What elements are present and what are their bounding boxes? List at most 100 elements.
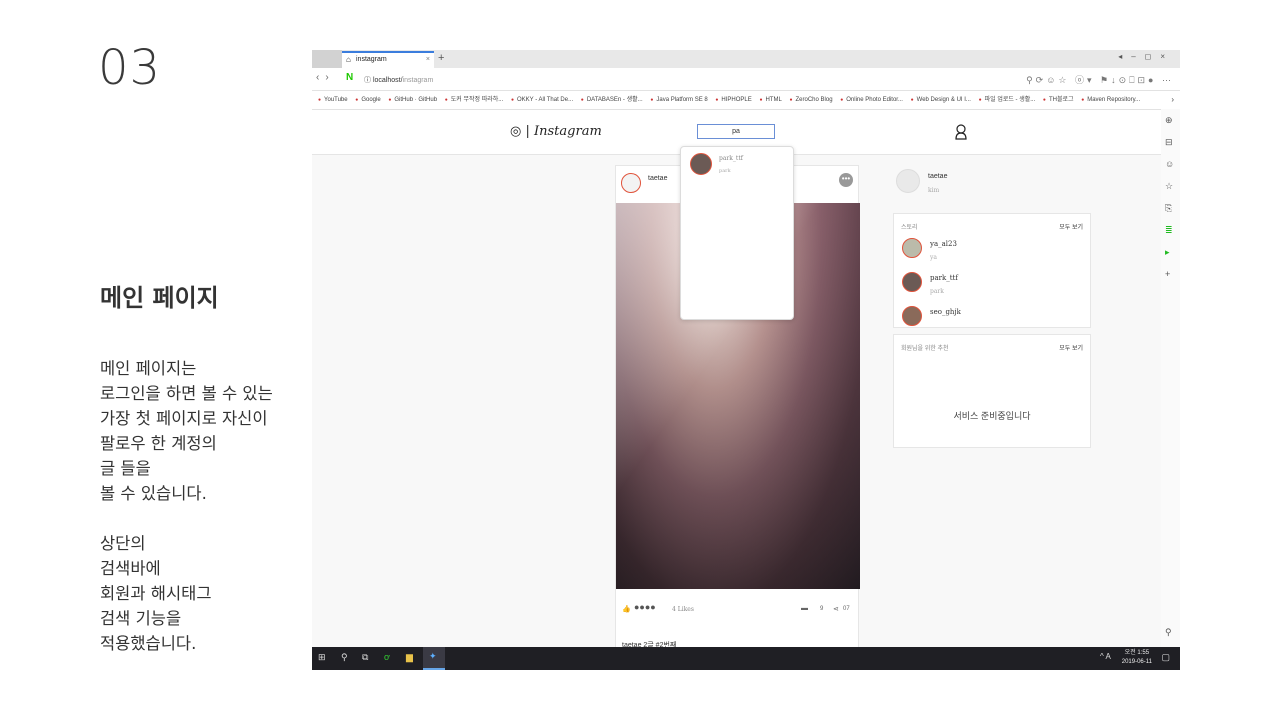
comment-icon[interactable]: ▬	[801, 605, 808, 612]
clock[interactable]: 오전 1:55 2019-06-11	[1122, 649, 1152, 667]
stories-title: 스토리	[901, 225, 918, 231]
story-item[interactable]: seo_ghjk	[902, 306, 1082, 326]
story-item[interactable]: ya_al23 ya	[902, 238, 1082, 268]
folder-icon[interactable]: ▆	[406, 652, 413, 663]
tray-icons[interactable]: ^ A	[1100, 652, 1111, 661]
star-icon[interactable]: ☆	[1165, 181, 1173, 192]
naver-whale-icon[interactable]: ơ	[384, 652, 390, 662]
nav-buttons[interactable]: ‹›	[316, 72, 335, 83]
instagram-page: ◎ | Instagram pa taetae ••• 👍 ●●●● 4 Lik…	[312, 110, 1161, 655]
naver-icon[interactable]: N	[346, 72, 353, 83]
story-name: seo_ghjk	[930, 308, 961, 316]
bird-icon: ✦	[429, 651, 437, 661]
story-avatar	[902, 272, 922, 292]
page-icon[interactable]: ⎘	[1165, 203, 1172, 214]
tab-bar: ⌂ instagram × + ◂–◻×	[312, 50, 1180, 68]
chevron-right-icon[interactable]: ›	[1171, 95, 1174, 104]
bookmarks-bar: YouTube Google GitHub · GitHub 도커 무작정 따라…	[312, 91, 1180, 110]
bookmark-item[interactable]: Web Design & UI I...	[911, 91, 971, 109]
address-bar: ‹› N ⓘ localhost/instagram ⚲⟳☺☆ ⓞ▾ ⚑↓⊙⎕⊡…	[312, 68, 1180, 91]
story-name: ya_al23	[930, 240, 957, 248]
like-icon[interactable]: 👍	[622, 605, 631, 613]
profile-avatar[interactable]	[896, 169, 920, 193]
bookmark-item[interactable]: Java Platform SE 8	[650, 91, 707, 109]
bookmark-item[interactable]: GitHub · GitHub	[388, 91, 437, 109]
ig-logo-text: Instagram	[534, 124, 602, 139]
recommend-message: 서비스 준비중입니다	[953, 411, 1031, 421]
ig-logo[interactable]: ◎ | Instagram	[510, 124, 602, 139]
story-avatar	[902, 306, 922, 326]
stories-more-link[interactable]: 모두 보기	[1059, 222, 1083, 231]
new-tab-button[interactable]: +	[438, 52, 444, 64]
profile-sub: kim	[928, 187, 940, 194]
share-icon[interactable]: ⋖	[833, 605, 839, 613]
bookmark-item[interactable]: HTML	[759, 91, 781, 109]
box-icon[interactable]: ⊟	[1165, 137, 1173, 148]
url-path: instagram	[402, 77, 434, 84]
search-input[interactable]: pa	[697, 124, 775, 139]
add-icon[interactable]: +	[1165, 269, 1170, 279]
slide-number: 03	[98, 40, 162, 96]
post-actions: 👍 ●●●● 4 Likes ▬ 9 ⋖ 07	[616, 596, 860, 624]
post-author[interactable]: taetae	[648, 175, 667, 182]
likes-count: 4 Likes	[672, 606, 694, 613]
recommend-panel: 회원님을 위한 추천 모두 보기 서비스 준비중입니다	[893, 334, 1091, 448]
profile-summary: taetae kim	[896, 169, 1096, 203]
search-icon[interactable]: ⚲	[341, 652, 348, 663]
windows-start-icon[interactable]: ⊞	[318, 652, 326, 663]
bookmark-item[interactable]: Maven Repository...	[1081, 91, 1140, 109]
notification-icon[interactable]: ▢	[1161, 652, 1170, 663]
slide-description: 메인 페이지는 로그인을 하면 볼 수 있는 가장 첫 페이지로 자신이 팔로우…	[100, 359, 273, 653]
liker-avatars: ●●●●	[634, 602, 656, 612]
bookmark-item[interactable]: Online Photo Editor...	[840, 91, 903, 109]
result-sub: park	[719, 168, 731, 174]
bookmark-item[interactable]: OKKY - All That De...	[511, 91, 573, 109]
user-icon[interactable]	[955, 124, 967, 143]
story-item[interactable]: park_ttf park	[902, 272, 1082, 302]
lang-indicator: A	[1105, 652, 1111, 661]
search-results-dropdown: park_ttf park	[680, 146, 794, 320]
comment-count: 9	[820, 606, 824, 612]
stories-panel: 스토리 모두 보기 ya_al23 ya park_ttf park seo_g…	[893, 213, 1091, 328]
windows-taskbar: ⊞ ⚲ ⧉ ơ ▆ ✦ ^ A 오전 1:55 2019-06-11 ▢	[312, 647, 1180, 670]
story-sub: ya	[930, 254, 937, 261]
window-controls[interactable]: ◂–◻×	[1118, 52, 1174, 61]
pin-icon[interactable]: ⚲	[1165, 627, 1172, 638]
browser-screenshot: ⌂ instagram × + ◂–◻× ‹› N ⓘ localhost/in…	[312, 50, 1180, 670]
bookmark-item[interactable]: ZeroCho Blog	[789, 91, 833, 109]
task-view-icon[interactable]: ⧉	[362, 652, 368, 663]
profile-name[interactable]: taetae	[928, 173, 947, 180]
bookmark-item[interactable]: TH블로그	[1043, 91, 1074, 109]
share-count: 07	[843, 606, 850, 612]
play-icon[interactable]: ▸	[1165, 247, 1170, 258]
clock-date: 2019-06-11	[1121, 659, 1152, 665]
post-avatar[interactable]	[621, 173, 641, 193]
home-icon: ⌂	[346, 55, 351, 64]
tab-ghost[interactable]	[312, 50, 342, 68]
user-icon-svg	[955, 124, 967, 140]
bookmark-item[interactable]: YouTube	[318, 91, 348, 109]
slide-title: 메인 페이지	[100, 284, 219, 312]
tab-instagram[interactable]: ⌂ instagram ×	[342, 51, 434, 68]
list-icon[interactable]: ≣	[1165, 225, 1173, 236]
browser-sidebar: ⊕ ⊟ ☺ ☆ ⎘ ≣ ▸ + ⚲	[1160, 109, 1180, 647]
shield-icon[interactable]: ☺	[1165, 159, 1174, 169]
url-field[interactable]: ⓘ localhost/instagram	[364, 75, 433, 85]
bookmark-item[interactable]: 도커 무작정 따라하...	[445, 91, 504, 109]
active-app[interactable]: ✦	[423, 647, 445, 670]
bookmark-item[interactable]: HIPHOPLE	[715, 91, 751, 109]
more-icon[interactable]: •••	[839, 173, 853, 187]
clock-time: 오전 1:55	[1124, 650, 1150, 656]
story-avatar	[902, 238, 922, 258]
result-name[interactable]: park_ttf	[719, 155, 743, 162]
recommend-more-link[interactable]: 모두 보기	[1059, 343, 1083, 352]
bookmark-item[interactable]: Google	[355, 91, 380, 109]
bookmark-item[interactable]: DATABASEn - 생활...	[581, 91, 643, 109]
close-tab-icon[interactable]: ×	[426, 53, 430, 67]
search-icon[interactable]: ⊕	[1165, 115, 1173, 126]
result-avatar[interactable]	[690, 153, 712, 175]
extension-icons[interactable]: ⚲⟳☺☆ ⓞ▾ ⚑↓⊙⎕⊡● ⋯	[1026, 73, 1174, 86]
story-name: park_ttf	[930, 274, 958, 282]
bookmark-item[interactable]: 파일 업로드 - 생활...	[979, 91, 1036, 109]
story-sub: park	[930, 288, 944, 295]
